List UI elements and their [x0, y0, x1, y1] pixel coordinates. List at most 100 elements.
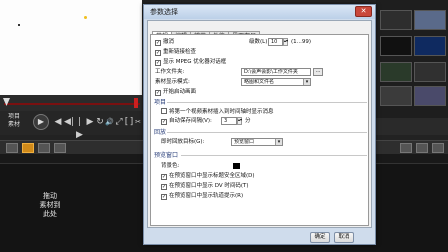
undo-row: ✓ 撤消	[155, 39, 174, 46]
preview-content-speck	[18, 24, 20, 26]
chevron-down-icon[interactable]: ▾	[303, 79, 310, 85]
dv-timecode-checkbox[interactable]: ✓	[161, 184, 167, 190]
bg-color-label: 背景色:	[161, 163, 180, 169]
welcome-row: ✓ 开始启动画面	[155, 89, 196, 96]
undo-levels-input[interactable]: 10	[268, 38, 283, 46]
undo-levels-spinner[interactable]: ▴▾	[283, 38, 288, 46]
video-editor-window: 项目 素材 ▶ ◀ ◀| |▶ ▶ ↻ 🔊 ⤢ [ ] ✂ 拖动 素材到 此处	[0, 0, 448, 252]
library-thumbnail[interactable]	[414, 36, 446, 56]
playback-target-value: 预览窗口	[234, 139, 255, 145]
fit-timeline-icon[interactable]	[432, 143, 444, 153]
volume-icon[interactable]: 🔊	[105, 116, 114, 129]
track-hint-checkbox[interactable]: ✓	[161, 194, 167, 200]
welcome-checkbox[interactable]: ✓	[155, 90, 161, 96]
mpeg-label: 显示 MPEG 优化器对话框	[163, 59, 227, 65]
ok-button[interactable]: 确定	[310, 232, 330, 243]
playback-target-label: 即时回放目标(G):	[161, 139, 205, 145]
playback-target-select[interactable]: 预览窗口 ▾	[231, 138, 283, 146]
playback-section-title: 回放	[154, 129, 167, 136]
autosave-label: 自动保存间隔(V):	[169, 118, 212, 124]
zoom-out-icon[interactable]	[400, 143, 412, 153]
library-toolbar	[376, 118, 448, 135]
zoom-in-icon[interactable]	[416, 143, 428, 153]
dv-timecode-row: ✓ 在预览窗口中显示 DV 时间码(T)	[161, 183, 249, 190]
dv-timecode-label: 在预览窗口中显示 DV 时间码(T)	[169, 183, 249, 189]
title-safe-checkbox[interactable]: ✓	[161, 174, 167, 180]
dialog-body: 常规编辑捕获性能界面布局 ✓撤消 级数(L): 10 ▴▾ (1...99) ✓…	[147, 20, 372, 228]
insert-first-clip-row: 将第一个视频素材插入到时间轴时显示消息	[161, 108, 274, 116]
transport-controls: 项目 素材 ▶ ◀ ◀| |▶ ▶ ↻ 🔊 ⤢ [ ] ✂	[0, 111, 142, 140]
relink-label: 重新链接检查	[163, 49, 197, 55]
autosave-interval-spinner[interactable]: ▴▾	[237, 117, 242, 125]
workdir-label: 工作文件夹:	[155, 69, 185, 75]
undo-checkbox[interactable]: ✓	[155, 40, 161, 46]
media-library	[376, 0, 448, 135]
undo-range-label: (1...99)	[291, 39, 312, 45]
autosave-checkbox[interactable]: ✓	[161, 119, 167, 125]
undo-levels-label: 级数(L):	[249, 39, 270, 45]
preferences-dialog: 参数选择 ✕ 常规编辑捕获性能界面布局 ✓撤消 级数(L): 10 ▴▾ (1.…	[143, 4, 376, 245]
section-divider	[181, 155, 367, 156]
enlarge-icon[interactable]: ⤢	[115, 116, 123, 129]
preview-scrubber[interactable]	[0, 95, 142, 111]
media-display-select[interactable]: 略图和文件名 ▾	[241, 78, 311, 86]
split-clip-icon[interactable]: ✂	[134, 116, 142, 129]
section-divider	[167, 102, 367, 103]
relink-row: ✓ 重新链接检查	[155, 49, 196, 56]
next-frame-button[interactable]: |▶	[75, 116, 84, 140]
autosave-unit-label: 分	[245, 118, 251, 124]
media-display-label: 素材显示模式:	[155, 79, 190, 85]
library-thumbnail[interactable]	[380, 62, 412, 82]
autosave-interval-input[interactable]: 3	[221, 117, 237, 125]
undo-label: 撤消	[163, 39, 175, 45]
library-thumbnail[interactable]	[380, 36, 412, 56]
library-thumbnail[interactable]	[380, 10, 412, 30]
insert-first-clip-checkbox[interactable]	[161, 108, 167, 114]
project-mode-label[interactable]: 项目	[8, 113, 20, 121]
relink-checkbox[interactable]: ✓	[155, 50, 161, 56]
media-display-value: 略图和文件名	[244, 79, 275, 85]
preview-section-title: 预览窗口	[154, 152, 179, 159]
track-hint-row: ✓ 在预览窗口中显示轨道提示(R)	[161, 193, 243, 200]
play-button[interactable]: ▶	[33, 114, 49, 130]
library-thumbnail[interactable]	[414, 86, 446, 106]
dialog-title: 参数选择	[150, 8, 178, 16]
drop-clip-hint: 拖动 素材到 此处	[39, 192, 61, 218]
section-divider	[167, 132, 367, 133]
preview-content-dot	[84, 16, 87, 19]
library-thumbnail[interactable]	[414, 10, 446, 30]
autosave-row: ✓ 自动保存间隔(V):	[161, 118, 212, 125]
dialog-tabs: 常规编辑捕获性能界面布局	[152, 23, 261, 42]
undo-icon[interactable]	[38, 143, 50, 153]
chevron-down-icon[interactable]: ▾	[275, 139, 282, 145]
end-button[interactable]: ▶	[86, 116, 94, 129]
timeline-view-icon[interactable]	[22, 143, 34, 153]
browse-button[interactable]: ...	[313, 68, 323, 76]
bg-color-swatch[interactable]	[233, 163, 240, 169]
previous-frame-button[interactable]: ◀|	[64, 116, 74, 129]
library-thumbnail[interactable]	[414, 62, 446, 82]
general-tab-panel: ✓ 撤消 级数(L): 10 ▴▾ (1...99) ✓ 重新链接检查 ✓ 显示 MP…	[150, 34, 369, 226]
redo-icon[interactable]	[54, 143, 66, 153]
scrubber-end-marker[interactable]	[134, 98, 138, 108]
library-thumbnail[interactable]	[380, 86, 412, 106]
mpeg-checkbox[interactable]: ✓	[155, 60, 161, 66]
workdir-input[interactable]: D:\会声会影\工作文件夹	[241, 68, 311, 76]
dialog-titlebar[interactable]: 参数选择 ✕	[144, 5, 375, 19]
mode-labels: 项目 素材	[8, 113, 20, 129]
storyboard-view-icon[interactable]	[6, 143, 18, 153]
title-safe-label: 在预览窗口中显示标题安全区域(D)	[169, 173, 255, 179]
welcome-label: 开始启动画面	[163, 89, 197, 95]
cancel-button[interactable]: 取消	[334, 232, 354, 243]
project-section-title: 项目	[154, 99, 167, 106]
close-button[interactable]: ✕	[355, 6, 372, 17]
insert-first-clip-label: 将第一个视频素材插入到时间轴时显示消息	[169, 109, 274, 115]
home-button[interactable]: ◀	[54, 116, 62, 129]
title-safe-row: ✓ 在预览窗口中显示标题安全区域(D)	[161, 173, 255, 180]
scrubber-track[interactable]	[4, 103, 140, 105]
repeat-icon[interactable]: ↻	[96, 116, 104, 129]
track-hint-label: 在预览窗口中显示轨道提示(R)	[169, 193, 244, 199]
preview-window	[0, 0, 142, 95]
mpeg-row: ✓ 显示 MPEG 优化器对话框	[155, 59, 226, 66]
clip-mode-label[interactable]: 素材	[8, 121, 20, 129]
